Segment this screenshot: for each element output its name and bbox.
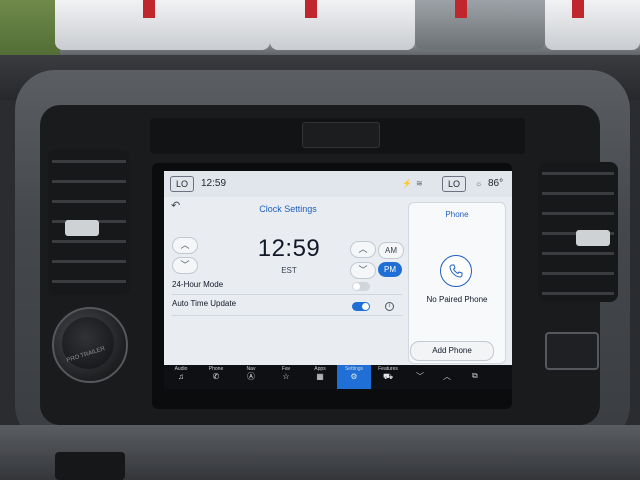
am-button[interactable]: AM: [378, 242, 404, 259]
status-clock: 12:59: [201, 178, 227, 189]
hazard-button[interactable]: [302, 122, 380, 148]
grass: [0, 0, 60, 62]
phone-icon[interactable]: [440, 255, 472, 287]
info-icon[interactable]: i: [385, 302, 394, 311]
copy-icon[interactable]: ⧉: [472, 371, 478, 381]
phone-panel: Phone No Paired Phone Add Phone: [408, 202, 506, 364]
bottom-nav-bar: Audio ♫ Phone ✆ Nav Ⓐ Fav ☆ Apps ▦ Setti…: [164, 365, 512, 389]
chevron-up-icon: ︿: [358, 244, 368, 254]
outside-temperature: 86°: [488, 178, 504, 189]
taillight: [305, 0, 317, 18]
music-icon: ♫: [178, 372, 184, 381]
climate-lo-right[interactable]: LO: [442, 176, 467, 192]
page-title: Clock Settings: [259, 204, 317, 214]
lower-vent: [55, 452, 125, 480]
navigation-icon: Ⓐ: [247, 372, 255, 381]
parked-truck: [270, 0, 415, 50]
auto-time-label: Auto Time Update: [172, 299, 237, 308]
connectivity-icon: ⚡: [402, 179, 412, 188]
hour-up-button[interactable]: ︿: [172, 237, 198, 254]
chevron-up-icon: ︿: [180, 240, 190, 250]
taillight: [455, 0, 467, 18]
minute-down-button[interactable]: ﹀: [350, 262, 376, 279]
status-bar: LO 12:59 ⚡ ≋ LO ☼ 86°: [164, 171, 512, 197]
nav-apps[interactable]: Apps ▦: [307, 365, 333, 389]
taillight: [143, 0, 155, 18]
vent-adjuster[interactable]: [65, 220, 99, 236]
wifi-icon: ≋: [416, 179, 423, 188]
hour-mode-toggle[interactable]: [352, 282, 370, 291]
phone-panel-title: Phone: [445, 210, 469, 219]
grid-icon: ▦: [316, 372, 324, 381]
taillight: [572, 0, 584, 18]
star-icon: ☆: [282, 372, 290, 381]
divider: [172, 294, 402, 295]
auto-time-toggle[interactable]: [352, 302, 370, 311]
nav-settings[interactable]: Settings ⚙: [337, 365, 371, 389]
car-icon: ⛟: [382, 372, 394, 381]
phone-icon: ✆: [212, 372, 220, 381]
vent-adjuster[interactable]: [576, 230, 610, 246]
minute-up-button[interactable]: ︿: [350, 241, 376, 258]
hour-down-button[interactable]: ﹀: [172, 257, 198, 274]
hour-mode-label: 24-Hour Mode: [172, 280, 224, 289]
nav-phone[interactable]: Phone ✆: [203, 365, 229, 389]
nav-audio[interactable]: Audio ♫: [168, 365, 194, 389]
parked-truck: [545, 0, 640, 50]
timezone-label: EST: [281, 266, 297, 275]
nav-navigation[interactable]: Nav Ⓐ: [238, 365, 264, 389]
rear-defrost-button[interactable]: [545, 332, 599, 370]
chevron-down-icon: ﹀: [358, 265, 368, 275]
chevron-down-icon: ﹀: [180, 260, 190, 270]
nav-favorites[interactable]: Fav ☆: [273, 365, 299, 389]
phone-status: No Paired Phone: [426, 295, 488, 304]
time-display: 12:59: [257, 235, 321, 262]
pm-button[interactable]: PM: [378, 262, 402, 277]
parked-truck: [55, 0, 270, 50]
temperature-icon: ☼: [475, 179, 483, 188]
gear-icon: ⚙: [350, 372, 358, 381]
divider: [172, 315, 402, 316]
windshield-view: [0, 0, 640, 62]
climate-lo-left[interactable]: LO: [170, 176, 195, 192]
add-phone-button[interactable]: Add Phone: [410, 341, 494, 361]
parked-truck: [415, 0, 545, 50]
chevron-down-icon[interactable]: ﹀: [416, 371, 424, 382]
nav-features[interactable]: Features ⛟: [375, 365, 401, 389]
infotainment-screen: LO 12:59 ⚡ ≋ LO ☼ 86° ↶ Clock Settings ︿…: [164, 171, 512, 365]
chevron-up-icon[interactable]: ︿: [443, 371, 451, 382]
